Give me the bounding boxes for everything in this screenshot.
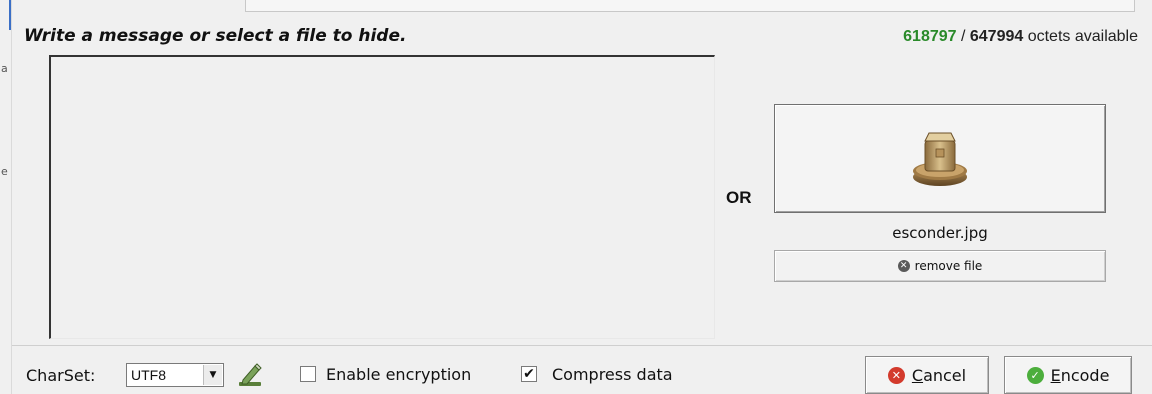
- charset-select[interactable]: UTF8 ▼: [126, 363, 224, 387]
- chevron-down-icon[interactable]: ▼: [203, 365, 222, 385]
- encode-button[interactable]: ✓ Encode: [1004, 356, 1132, 394]
- select-file-button[interactable]: [774, 104, 1106, 213]
- cancel-label: Cancel: [911, 365, 967, 385]
- selected-file-name: esconder.jpg: [892, 224, 988, 242]
- charset-value: UTF8: [131, 367, 166, 383]
- or-label: OR: [726, 188, 752, 207]
- instruction-heading: Write a message or select a file to hide…: [24, 26, 407, 46]
- cancel-icon: ✕: [887, 366, 905, 384]
- remove-file-label: remove file: [914, 259, 983, 273]
- remove-file-button[interactable]: ✕ remove file: [774, 250, 1106, 282]
- total-octets: 647994: [969, 28, 1024, 45]
- compress-label: Compress data: [552, 365, 673, 384]
- checkmark-icon: ✓: [1026, 366, 1044, 384]
- compress-checkbox[interactable]: ✔: [521, 366, 537, 382]
- left-edge-text: a: [1, 62, 8, 75]
- free-octets: 618797: [903, 28, 957, 45]
- charset-label: CharSet:: [26, 366, 96, 385]
- footer-divider: [12, 345, 1152, 346]
- left-edge-accent: [9, 0, 11, 30]
- encode-label: Encode: [1050, 365, 1110, 385]
- message-input[interactable]: [49, 55, 715, 339]
- encryption-label: Enable encryption: [326, 365, 472, 384]
- remove-icon: ✕: [897, 260, 910, 272]
- capacity-separator: /: [956, 28, 970, 45]
- capacity-readout: 618797 / 647994 octets available: [903, 28, 1138, 46]
- top-panel-edge: [245, 0, 1135, 12]
- footer-bar: CharSet: UTF8 ▼ Enable encryption ✔ Comp…: [0, 350, 1152, 394]
- left-panel-edge: a e: [0, 0, 12, 394]
- package-icon: [913, 132, 967, 186]
- pen-icon[interactable]: [237, 362, 263, 388]
- encryption-checkbox[interactable]: [300, 366, 316, 382]
- cancel-button[interactable]: ✕ Cancel: [865, 356, 989, 394]
- left-edge-text: e: [1, 165, 8, 178]
- capacity-suffix: octets available: [1023, 28, 1138, 45]
